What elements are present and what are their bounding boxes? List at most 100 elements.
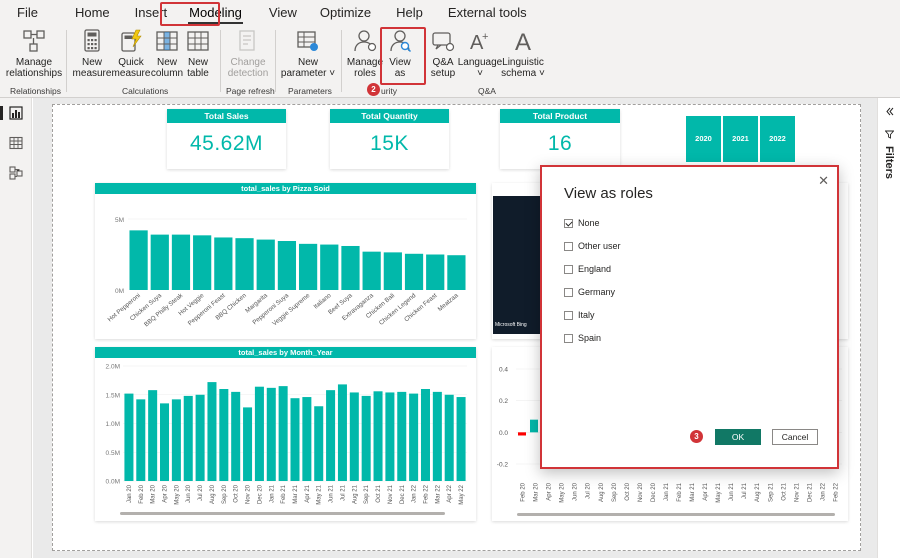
y-tick-label: 1.0M — [106, 421, 120, 428]
menu-home[interactable]: Home — [49, 0, 121, 26]
year-slicer-2022[interactable]: 2022 — [760, 116, 795, 162]
new-parameter-label-2: parameter ˅ — [281, 68, 335, 79]
role-option-italy[interactable]: Italy — [564, 310, 595, 320]
ok-button[interactable]: OK — [715, 429, 761, 445]
bar — [426, 254, 445, 290]
new-column-button[interactable]: New column — [151, 28, 183, 79]
x-tick-label: Jan 21 — [269, 484, 275, 503]
x-tick-label: Nov 21 — [388, 484, 394, 504]
bar — [409, 393, 419, 481]
bar — [277, 241, 297, 290]
linguistic-schema-button[interactable]: A Linguistic schema ˅ — [500, 28, 546, 79]
ribbon: Manage relationships Relationships New m… — [0, 26, 900, 98]
quick-measure-button[interactable]: Quick measure — [112, 28, 150, 79]
bar — [256, 239, 275, 290]
checkbox[interactable] — [564, 241, 573, 251]
change-detection-button: Change detection — [225, 28, 271, 79]
group-label-relationships: Relationships — [10, 86, 62, 96]
kpi-card-total-sales[interactable]: Total Sales 45.62M — [167, 109, 286, 169]
x-tick-label: Mar 22 — [435, 484, 441, 503]
menu-optimize[interactable]: Optimize — [308, 0, 382, 26]
x-tick-label: Jun 20 — [573, 482, 579, 501]
x-tick-label: Jan 21 — [664, 482, 670, 501]
svg-text:+: + — [482, 31, 488, 43]
x-tick-label: Jan 20 — [127, 484, 133, 503]
x-tick-label: Dec 21 — [807, 482, 813, 502]
new-parameter-button[interactable]: New parameter ˅ — [279, 28, 337, 79]
role-option-germany[interactable]: Germany — [564, 287, 615, 297]
menu-external-tools[interactable]: External tools — [434, 0, 538, 26]
checkbox-checked[interactable] — [564, 218, 573, 228]
x-tick-label: Feb 22 — [423, 484, 429, 503]
qa-setup-button[interactable]: Q&A setup — [426, 28, 460, 79]
x-tick-label: Dec 20 — [257, 484, 263, 504]
filter-icon — [885, 130, 894, 139]
chart-sales-by-pizza[interactable]: total_sales by Pizza Soid 5M 0M Hot Pepper… — [95, 183, 476, 339]
qa-setup-label-2: setup — [430, 68, 456, 79]
card-value: 16 — [547, 132, 573, 155]
x-tick-label: May 22 — [459, 484, 465, 504]
checkbox[interactable] — [564, 310, 573, 320]
x-tick-label: Apr 21 — [305, 484, 311, 502]
manage-relationships-button[interactable]: Manage relationships — [6, 28, 62, 79]
linguistic-schema-icon: A — [515, 29, 531, 54]
x-tick-label: Jan 22 — [820, 482, 826, 501]
manage-roles-icon — [354, 30, 377, 52]
manage-roles-button[interactable]: Manage roles — [346, 28, 384, 79]
view-as-roles-dialog: View as roles ✕ None Other user England … — [540, 165, 839, 469]
x-tick-label: May 21 — [317, 484, 323, 504]
y-tick-label: -0.2 — [497, 462, 509, 469]
role-option-spain[interactable]: Spain — [564, 333, 601, 343]
x-tick-label: Dec 20 — [651, 482, 657, 502]
x-tick-label: Apr 20 — [163, 484, 169, 502]
x-tick-label: Oct 20 — [234, 484, 240, 502]
language-button[interactable]: A + Language ˅ — [458, 28, 503, 79]
x-tick-label: Apr 22 — [447, 484, 453, 502]
checkbox[interactable] — [564, 264, 573, 274]
role-option-england[interactable]: England — [564, 264, 611, 274]
x-tick-label: Pepperoni Feast — [187, 292, 227, 327]
x-tick-label: Feb 21 — [677, 482, 683, 501]
bar — [231, 391, 241, 481]
menu-help[interactable]: Help — [382, 0, 434, 26]
menu-file[interactable]: File — [0, 0, 49, 26]
bar — [235, 238, 254, 290]
cancel-button[interactable]: Cancel — [772, 429, 818, 445]
chevron-left-icon[interactable] — [885, 107, 894, 116]
new-measure-button[interactable]: New measure — [72, 28, 112, 79]
kpi-card-total-quantity[interactable]: Total Quantity 15K — [330, 109, 449, 169]
group-separator — [275, 30, 276, 92]
filters-pane[interactable]: Filters — [877, 98, 900, 558]
bar — [278, 386, 288, 481]
manage-roles-label-1: Manage — [346, 57, 384, 68]
chart-sales-by-month-plot: 0.0M 0.5M 1.0M 1.5M 2.0M Jan 20 Feb 20 Mar 20 Ap… — [106, 364, 467, 515]
qa-setup-label-1: Q&A — [432, 57, 454, 68]
y-tick-label: 0M — [115, 288, 124, 295]
year-slicer-2020[interactable]: 2020 — [686, 116, 721, 162]
role-label: None — [578, 218, 600, 228]
new-parameter-label-1: New — [297, 57, 318, 68]
new-table-button[interactable]: New table — [184, 28, 212, 79]
report-view-icon[interactable] — [9, 106, 23, 120]
bar — [456, 397, 466, 481]
bar — [129, 230, 148, 290]
bar — [349, 392, 359, 481]
language-icon: A+ — [470, 31, 488, 54]
table-view-icon[interactable] — [9, 136, 23, 150]
year-slicer-2021[interactable]: 2021 — [723, 116, 758, 162]
model-view-icon[interactable] — [9, 166, 23, 180]
bar — [207, 382, 217, 481]
role-option-other-user[interactable]: Other user — [564, 241, 621, 251]
filters-label: Filters — [883, 146, 895, 180]
menu-view[interactable]: View — [253, 0, 308, 26]
view-switcher-rail — [0, 98, 32, 558]
kpi-card-total-product[interactable]: Total Product 16 — [500, 109, 620, 169]
close-icon[interactable]: ✕ — [818, 173, 829, 189]
chart-sales-by-month[interactable]: total_sales by Month_Year 0.0M 0.5M 1.0M 1.… — [95, 347, 476, 521]
qa-setup-icon — [432, 32, 455, 52]
checkbox[interactable] — [564, 287, 573, 297]
map-area[interactable] — [493, 196, 543, 334]
checkbox[interactable] — [564, 333, 573, 343]
role-option-none[interactable]: None — [564, 218, 600, 228]
active-view-indicator — [0, 106, 3, 120]
